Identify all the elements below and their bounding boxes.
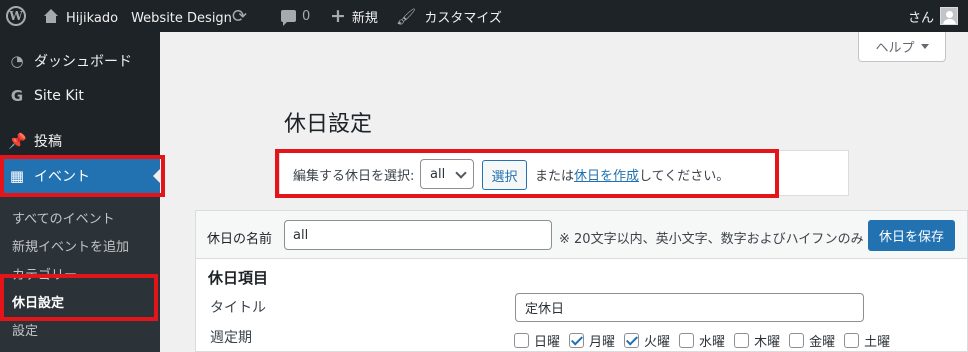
weekday-label: 火曜	[644, 335, 671, 350]
save-holiday-button[interactable]: 休日を保存	[868, 220, 955, 251]
holiday-name-hint: ※ 20文字以内、英小文字、数字およびハイフンのみ	[559, 232, 864, 247]
plus-icon: +	[330, 4, 346, 27]
pin-icon: 📌	[8, 132, 27, 150]
current-item-marker	[0, 286, 3, 312]
create-holiday-text: または休日を作成してください。	[535, 165, 729, 184]
holiday-select-value: all	[430, 166, 446, 182]
sidebar-item-events[interactable]: ▦ イベント	[0, 159, 160, 193]
customize-label: カスタマイズ	[424, 10, 502, 26]
new-label: 新規	[351, 10, 378, 26]
sidebar-item-label: イベント	[34, 169, 90, 185]
updates-button[interactable]: ⟳	[232, 0, 247, 32]
home-icon	[43, 9, 59, 23]
weekday-label: 月曜	[589, 335, 616, 350]
sidebar-item-posts[interactable]: 📌 投稿	[0, 124, 160, 158]
sidebar-item-label: 投稿	[34, 134, 62, 150]
checkbox[interactable]	[679, 333, 695, 348]
site-name: Hijikado Website Design	[66, 10, 232, 26]
or-prefix: または	[535, 169, 575, 184]
holiday-name-row: 休日の名前 all ※ 20文字以内、英小文字、数字およびハイフンのみ 休日を保…	[196, 211, 967, 259]
dashboard-icon: ◔	[10, 52, 24, 70]
checkbox[interactable]	[514, 333, 529, 348]
weekday-monday[interactable]: 月曜	[569, 331, 615, 350]
checkbox-checked[interactable]	[624, 333, 640, 348]
holiday-items-heading: 休日項目	[208, 269, 269, 287]
weekday-checkboxes: 日曜 月曜 火曜 水曜 木曜 金曜 土曜	[514, 331, 890, 350]
weekday-label: 木曜	[754, 335, 781, 350]
checkbox[interactable]	[844, 333, 860, 348]
submenu-item-categories[interactable]: カテゴリー	[12, 264, 77, 283]
sidebar-item-dashboard[interactable]: ◔ ダッシュボード	[0, 44, 160, 78]
select-button[interactable]: 選択	[482, 160, 527, 190]
calendar-icon: ▦	[9, 167, 25, 185]
help-label: ヘルプ	[875, 41, 915, 56]
holiday-select-bar: 編集する休日を選択: all 選択 または休日を作成してください。	[279, 150, 849, 196]
help-tab-button[interactable]: ヘルプ	[858, 32, 946, 62]
avatar	[940, 7, 958, 25]
site-name-link[interactable]: Hijikado Website Design	[43, 0, 232, 32]
chevron-down-icon	[455, 167, 467, 179]
customize-button[interactable]: 🖌 カスタマイズ	[396, 0, 502, 32]
sidebar-item-site-kit[interactable]: G Site Kit	[0, 79, 160, 113]
refresh-icon: ⟳	[232, 5, 248, 27]
submenu-item-add-event[interactable]: 新規イベントを追加	[12, 236, 129, 255]
comments-button[interactable]: 0	[281, 0, 310, 32]
chevron-down-icon	[920, 44, 929, 49]
weekday-tuesday[interactable]: 火曜	[624, 331, 670, 350]
events-submenu: すべてのイベント 新規イベントを追加 カテゴリー 休日設定 設定	[0, 194, 160, 352]
create-holiday-link[interactable]: 休日を作成	[574, 169, 639, 184]
wordpress-logo-icon[interactable]: W	[6, 0, 28, 32]
admin-sidebar: ◔ ダッシュボード G Site Kit 📌 投稿 ▦ イベント すべてのイベン…	[0, 32, 160, 352]
weekday-friday[interactable]: 金曜	[789, 331, 835, 350]
google-g-icon: G	[10, 87, 24, 105]
checkbox[interactable]	[734, 333, 750, 348]
holiday-name-label: 休日の名前	[207, 232, 273, 247]
submenu-item-all-events[interactable]: すべてのイベント	[12, 208, 115, 227]
holiday-editor: 休日の名前 all ※ 20文字以内、英小文字、数字およびハイフンのみ 休日を保…	[195, 210, 968, 352]
weekday-label: 水曜	[699, 335, 726, 350]
paintbrush-icon: 🖌	[396, 6, 417, 26]
weekday-wednesday[interactable]: 水曜	[679, 331, 725, 350]
new-content-button[interactable]: + 新規	[330, 0, 378, 32]
checkbox-checked[interactable]	[569, 333, 585, 348]
submenu-item-holiday-settings[interactable]: 休日設定	[12, 292, 64, 311]
title-input[interactable]: 定休日	[515, 293, 864, 322]
weekday-label: 金曜	[809, 335, 836, 350]
or-suffix: してください。	[639, 169, 730, 184]
submenu-item-settings[interactable]: 設定	[12, 320, 38, 339]
comments-count: 0	[302, 8, 311, 24]
weekday-label: 日曜	[534, 335, 561, 350]
holiday-name-input[interactable]: all	[284, 220, 552, 250]
sidebar-item-label: Site Kit	[34, 88, 84, 104]
weekday-label: 土曜	[864, 335, 891, 350]
weekday-thursday[interactable]: 木曜	[734, 331, 780, 350]
admin-bar: W Hijikado Website Design ⟳ 0 + 新規 🖌 カスタ…	[0, 0, 968, 32]
account-name: さん	[907, 10, 934, 26]
title-label: タイトル	[210, 300, 266, 316]
select-holiday-label: 編集する休日を選択:	[293, 169, 415, 184]
holiday-select[interactable]: all	[420, 159, 474, 189]
weekday-sunday[interactable]: 日曜	[514, 331, 560, 350]
comment-bubble-icon	[281, 10, 296, 26]
account-menu[interactable]: さん	[908, 0, 958, 32]
page-title: 休日設定	[284, 112, 373, 137]
weekday-saturday[interactable]: 土曜	[844, 331, 890, 350]
checkbox[interactable]	[789, 333, 805, 348]
sidebar-item-label: ダッシュボード	[34, 54, 132, 70]
weekly-label: 週定期	[210, 330, 252, 346]
